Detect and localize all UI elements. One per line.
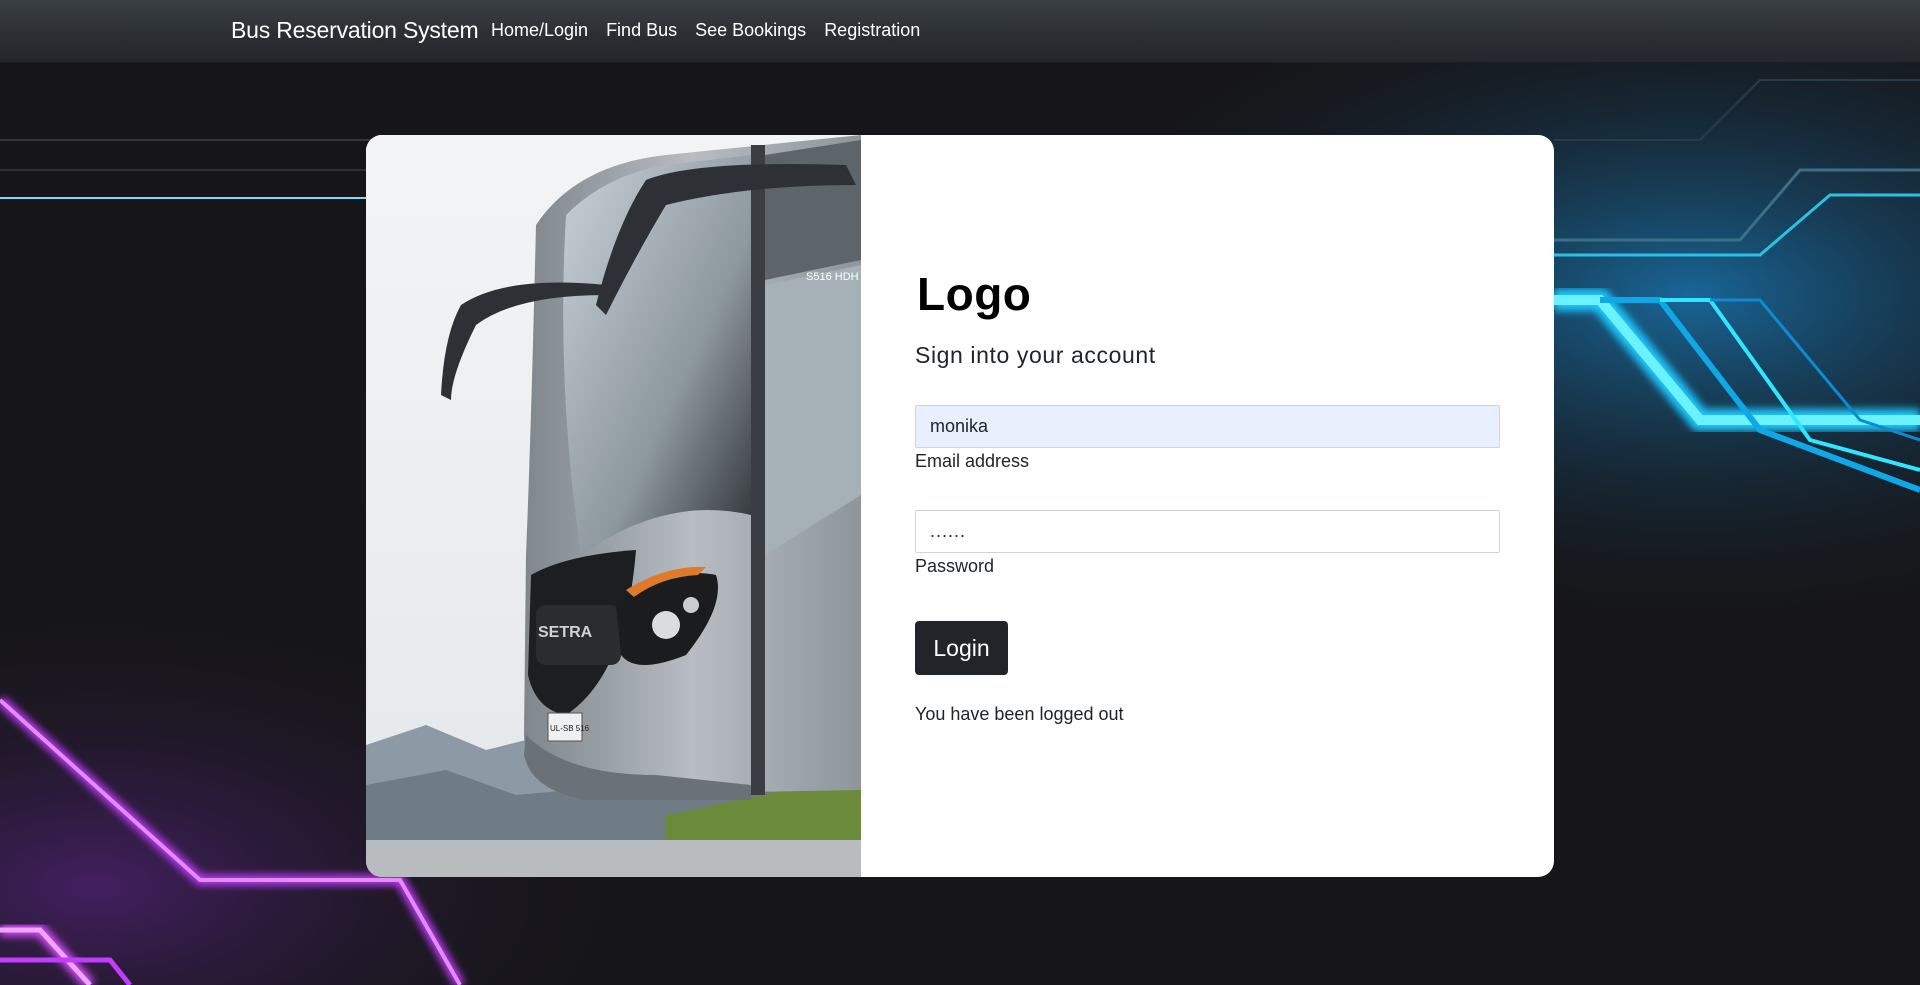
- nav-link-home-login[interactable]: Home/Login: [491, 20, 588, 41]
- login-button[interactable]: Login: [915, 621, 1008, 675]
- logout-status-message: You have been logged out: [915, 704, 1124, 724]
- nav-link-see-bookings[interactable]: See Bookings: [695, 20, 806, 41]
- nav-links: Home/Login Find Bus See Bookings Registr…: [491, 20, 938, 41]
- bus-brand-badge: SETRA: [538, 624, 593, 641]
- password-field[interactable]: [915, 510, 1500, 553]
- bus-route-sign: S516 HDH: [806, 271, 859, 283]
- cubes-icon: [879, 274, 913, 314]
- sign-in-subtitle: Sign into your account: [915, 342, 1156, 368]
- bus-license-plate: UL-SB 516: [550, 724, 590, 733]
- login-card: S516 HDH SETRA UL-SB 516 Logo Sign into …: [366, 135, 1554, 877]
- navbar-brand[interactable]: Bus Reservation System: [231, 17, 479, 44]
- email-label: Email address: [915, 451, 1030, 471]
- login-form: Logo Sign into your account Email addres…: [861, 135, 1554, 877]
- email-field[interactable]: [915, 405, 1500, 448]
- nav-link-registration[interactable]: Registration: [824, 20, 920, 41]
- nav-link-find-bus[interactable]: Find Bus: [606, 20, 677, 41]
- logo: Logo: [879, 267, 1031, 321]
- logo-text: Logo: [917, 268, 1032, 320]
- top-navbar: Bus Reservation System Home/Login Find B…: [0, 0, 1920, 63]
- bus-image: S516 HDH SETRA UL-SB 516: [366, 135, 861, 877]
- password-label: Password: [915, 556, 995, 576]
